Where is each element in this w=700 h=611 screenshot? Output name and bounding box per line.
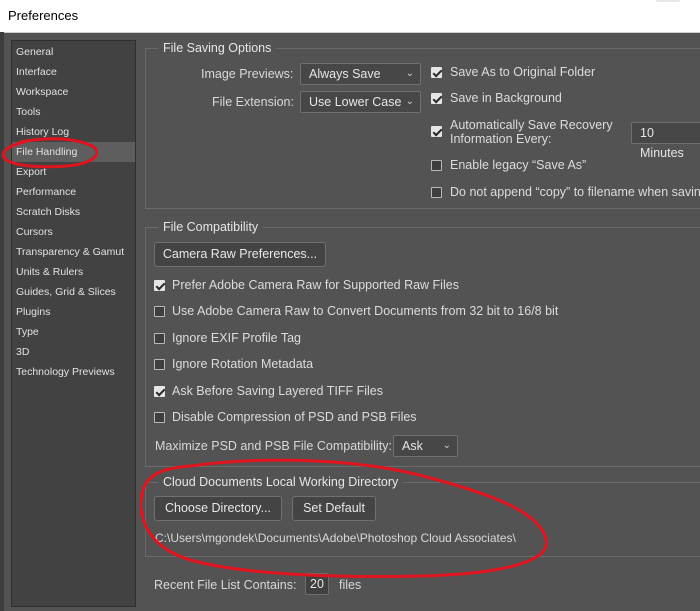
ask-layered-tiff-checkbox[interactable] bbox=[154, 386, 165, 397]
file-extension-label: File Extension: bbox=[212, 95, 294, 109]
sidebar-item-general[interactable]: General bbox=[12, 42, 135, 62]
save-as-original-label[interactable]: Save As to Original Folder bbox=[450, 65, 595, 79]
convert-32bit-label[interactable]: Use Adobe Camera Raw to Convert Document… bbox=[172, 304, 558, 318]
window-titlebar: Preferences bbox=[0, 0, 700, 33]
convert-32bit-checkbox[interactable] bbox=[154, 306, 165, 317]
sidebar-item-guides-grid-slices[interactable]: Guides, Grid & Slices bbox=[12, 282, 135, 302]
chevron-down-icon: ⌄ bbox=[442, 440, 451, 451]
image-previews-label: Image Previews: bbox=[201, 67, 294, 81]
auto-save-interval-value: 10 Minutes bbox=[640, 126, 684, 160]
sidebar-item-technology-previews[interactable]: Technology Previews bbox=[12, 362, 135, 382]
save-as-original-checkbox[interactable] bbox=[431, 67, 442, 78]
maximize-compatibility-select[interactable]: Ask ⌄ bbox=[393, 435, 458, 457]
set-default-button[interactable]: Set Default bbox=[292, 496, 376, 521]
preferences-sidebar: General Interface Workspace Tools Histor… bbox=[11, 40, 136, 607]
sidebar-item-history-log[interactable]: History Log bbox=[12, 122, 135, 142]
choose-directory-button[interactable]: Choose Directory... bbox=[154, 496, 282, 521]
sidebar-item-type[interactable]: Type bbox=[12, 322, 135, 342]
maximize-compatibility-label: Maximize PSD and PSB File Compatibility: bbox=[155, 439, 392, 453]
enable-legacy-save-as-checkbox[interactable] bbox=[431, 160, 442, 171]
ignore-exif-checkbox[interactable] bbox=[154, 333, 165, 344]
ignore-rotation-checkbox[interactable] bbox=[154, 359, 165, 370]
sidebar-item-3d[interactable]: 3D bbox=[12, 342, 135, 362]
do-not-append-copy-checkbox[interactable] bbox=[431, 187, 442, 198]
ignore-rotation-label[interactable]: Ignore Rotation Metadata bbox=[172, 357, 313, 371]
sidebar-item-units-rulers[interactable]: Units & Rulers bbox=[12, 262, 135, 282]
image-previews-value: Always Save bbox=[309, 67, 381, 81]
image-previews-select[interactable]: Always Save ⌄ bbox=[300, 63, 421, 85]
sidebar-item-transparency-gamut[interactable]: Transparency & Gamut bbox=[12, 242, 135, 262]
sidebar-item-workspace[interactable]: Workspace bbox=[12, 82, 135, 102]
sidebar-item-export[interactable]: Export bbox=[12, 162, 135, 182]
enable-legacy-save-as-label[interactable]: Enable legacy “Save As” bbox=[450, 158, 586, 172]
disable-compression-label[interactable]: Disable Compression of PSD and PSB Files bbox=[172, 410, 417, 424]
sidebar-item-plugins[interactable]: Plugins bbox=[12, 302, 135, 322]
file-extension-value: Use Lower Case bbox=[309, 95, 402, 109]
auto-save-interval-select[interactable]: 10 Minutes bbox=[631, 122, 700, 160]
save-in-background-checkbox[interactable] bbox=[431, 93, 442, 104]
sidebar-item-tools[interactable]: Tools bbox=[12, 102, 135, 122]
cloud-directory-path: C:\Users\mgondek\Documents\Adobe\Photosh… bbox=[155, 531, 516, 545]
sidebar-item-interface[interactable]: Interface bbox=[12, 62, 135, 82]
auto-save-recovery-checkbox[interactable] bbox=[431, 126, 442, 137]
auto-save-recovery-label-line1[interactable]: Automatically Save Recovery bbox=[450, 118, 613, 132]
camera-raw-preferences-button[interactable]: Camera Raw Preferences... bbox=[154, 242, 326, 267]
titlebar-fragment bbox=[656, 0, 680, 2]
do-not-append-copy-label[interactable]: Do not append “copy” to filename when sa… bbox=[450, 185, 700, 199]
ask-layered-tiff-label[interactable]: Ask Before Saving Layered TIFF Files bbox=[172, 384, 383, 398]
file-compatibility-title: File Compatibility bbox=[158, 220, 264, 234]
cloud-documents-title: Cloud Documents Local Working Directory bbox=[158, 475, 404, 489]
prefer-camera-raw-checkbox[interactable] bbox=[154, 280, 165, 291]
recent-files-count-input[interactable]: 20 bbox=[305, 573, 329, 595]
window-title: Preferences bbox=[8, 8, 79, 23]
sidebar-item-scratch-disks[interactable]: Scratch Disks bbox=[12, 202, 135, 222]
chevron-down-icon: ⌄ bbox=[405, 68, 414, 79]
prefer-camera-raw-label[interactable]: Prefer Adobe Camera Raw for Supported Ra… bbox=[172, 278, 459, 292]
maximize-compatibility-value: Ask bbox=[402, 439, 423, 453]
ignore-exif-label[interactable]: Ignore EXIF Profile Tag bbox=[172, 331, 301, 345]
file-extension-select[interactable]: Use Lower Case ⌄ bbox=[300, 91, 421, 113]
sidebar-item-cursors[interactable]: Cursors bbox=[12, 222, 135, 242]
sidebar-item-file-handling[interactable]: File Handling bbox=[12, 142, 135, 162]
disable-compression-checkbox[interactable] bbox=[154, 412, 165, 423]
save-in-background-label[interactable]: Save in Background bbox=[450, 91, 562, 105]
sidebar-item-performance[interactable]: Performance bbox=[12, 182, 135, 202]
auto-save-recovery-label-line2[interactable]: Information Every: bbox=[450, 132, 551, 146]
chevron-down-icon: ⌄ bbox=[405, 96, 414, 107]
recent-files-unit: files bbox=[339, 578, 362, 592]
recent-files-label: Recent File List Contains: bbox=[154, 578, 297, 592]
window-left-edge bbox=[0, 32, 4, 611]
file-saving-options-title: File Saving Options bbox=[158, 41, 277, 55]
